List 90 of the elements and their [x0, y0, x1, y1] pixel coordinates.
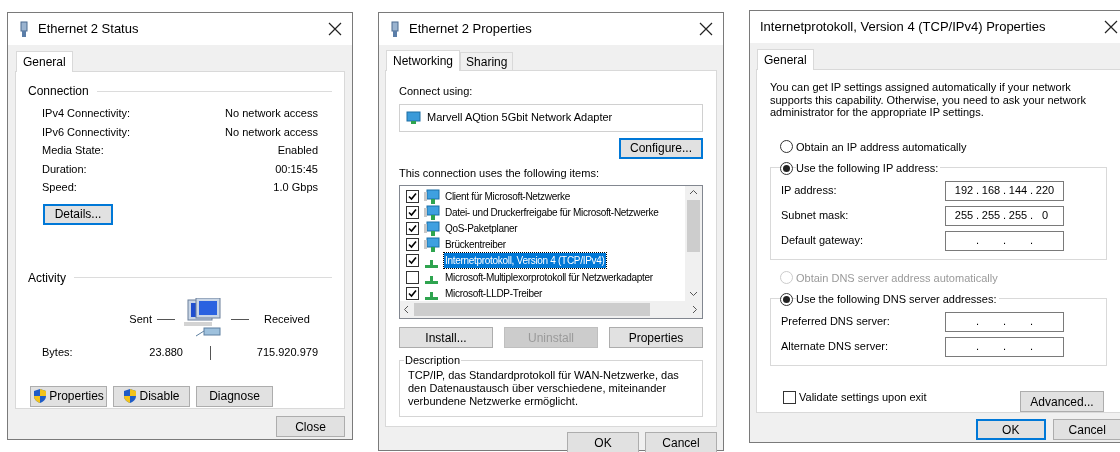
field-label: Subnet mask:	[781, 208, 849, 224]
checkbox[interactable]	[783, 391, 796, 404]
group-heading: Activity	[28, 269, 66, 287]
network-service-icon	[423, 237, 440, 253]
received-bytes: 715.920.979	[255, 345, 319, 361]
close-button[interactable]: Close	[276, 416, 345, 437]
item-button[interactable]: Properties	[609, 327, 703, 348]
group-heading: Description	[404, 353, 462, 368]
checkbox[interactable]	[406, 270, 419, 284]
field-value: No network access	[225, 124, 318, 140]
action-button[interactable]: Diagnose	[196, 385, 273, 407]
checkbox[interactable]	[406, 189, 419, 203]
tab[interactable]: Sharing	[460, 52, 514, 70]
advanced-button[interactable]: Advanced...	[1020, 391, 1104, 412]
ip-address-field[interactable]: . . .	[945, 230, 1064, 251]
bytes-label: Bytes:	[42, 345, 74, 361]
network-adapter-icon	[406, 110, 421, 125]
configure-button[interactable]: Configure...	[619, 137, 703, 159]
field-value: 1.0 Gbps	[273, 180, 318, 195]
ethernet-plug-icon	[389, 20, 401, 38]
tab[interactable]: Networking	[386, 50, 461, 71]
network-service-icon	[423, 220, 440, 236]
sent-label: Sent	[128, 312, 152, 328]
list-item[interactable]: Internetprotokoll, Version 4 (TCP/IPv4)	[444, 253, 606, 269]
field-value: Enabled	[277, 143, 318, 158]
checkbox[interactable]	[406, 238, 419, 252]
window-title: Ethernet 2 Status	[38, 20, 140, 39]
field-label: IP address:	[781, 183, 837, 199]
shield-button[interactable]: Properties	[30, 385, 107, 407]
adapter-field: Marvell AQtion 5Gbit Network Adapter	[399, 103, 703, 132]
ip-address-field[interactable]: 255 . 255 . 255 . 0	[945, 205, 1064, 226]
sent-bytes: 23.880	[148, 345, 183, 361]
shield-button[interactable]: Disable	[113, 385, 190, 407]
dialog-button[interactable]: Cancel	[645, 432, 717, 452]
radio-button[interactable]	[780, 140, 793, 154]
checkbox[interactable]	[406, 286, 419, 300]
connect-using-label: Connect using:	[399, 84, 474, 99]
close-icon[interactable]	[699, 22, 713, 36]
window-title: Ethernet 2 Properties	[409, 20, 533, 39]
horizontal-scrollbar[interactable]	[400, 301, 702, 318]
list-item[interactable]: Datei- und Druckerfreigabe für Microsoft-Netzwerke	[444, 204, 660, 220]
list-item[interactable]: Microsoft-LLDP-Treiber	[444, 285, 543, 301]
field-label: IPv6 Connectivity:	[42, 124, 131, 140]
network-protocol-icon	[425, 292, 438, 301]
checkbox[interactable]	[406, 205, 419, 219]
field-label: Default gateway:	[781, 233, 863, 249]
ethernet-plug-icon	[18, 20, 30, 38]
network-protocol-icon	[425, 276, 438, 285]
close-icon[interactable]	[328, 22, 342, 36]
field-label: Preferred DNS server:	[781, 314, 890, 330]
network-service-icon	[423, 188, 440, 204]
vertical-scrollbar[interactable]	[685, 186, 702, 301]
list-item[interactable]: Brückentreiber	[444, 237, 507, 253]
close-icon[interactable]	[1104, 20, 1118, 34]
dialog-button[interactable]: OK	[567, 432, 639, 452]
tab[interactable]: General	[757, 49, 814, 70]
list-item[interactable]: QoS-Paketplaner	[444, 220, 519, 236]
network-protocol-icon	[425, 259, 438, 268]
checkbox-label[interactable]: Validate settings upon exit	[799, 389, 927, 406]
ip-address-field[interactable]: 192 . 168 . 144 . 220	[945, 180, 1064, 201]
received-label: Received	[264, 312, 310, 328]
checkbox[interactable]	[406, 221, 419, 235]
field-label: Alternate DNS server:	[781, 339, 888, 355]
check-icon	[408, 288, 417, 298]
window-title: Internetprotokoll, Version 4 (TCP/IPv4) Properties	[760, 18, 1047, 37]
intro-text: You can get IP settings assigned automatically if your network supports this capability. Otherwise, you need to ask your network administrator for the appropriate IP settings.	[770, 81, 1087, 119]
field-label: IPv4 Connectivity:	[42, 106, 131, 121]
ip-address-field[interactable]: . . .	[945, 311, 1064, 332]
tab[interactable]: General	[16, 51, 73, 72]
checkbox[interactable]	[406, 254, 419, 268]
description-text: TCP/IP, das Standardprotokoll für WAN-Netzwerke, das den Datenaustausch über verschiedene, miteinander verbundene Netzwerke ermöglicht.	[408, 368, 680, 408]
items-label: This connection uses the following items:	[399, 165, 600, 181]
group-heading: Connection	[28, 83, 89, 100]
shield-icon	[33, 388, 48, 404]
item-button[interactable]: Install...	[399, 327, 493, 348]
field-label: Media State:	[42, 143, 104, 158]
details-button[interactable]: Details...	[43, 203, 113, 225]
radio-button[interactable]	[780, 292, 793, 306]
field-value: 00:15:45	[275, 161, 318, 177]
network-service-icon	[423, 204, 440, 220]
dialog-button[interactable]: Cancel	[1052, 419, 1120, 440]
list-item[interactable]: Microsoft-Multiplexorprotokoll für Netzwerkadapter	[444, 269, 654, 285]
ip-address-field[interactable]: . . .	[945, 336, 1064, 357]
shield-icon	[123, 388, 138, 404]
field-label: Duration:	[42, 161, 87, 177]
radio-button[interactable]	[780, 161, 793, 175]
dialog-button[interactable]: OK	[976, 419, 1046, 440]
list-item[interactable]: Client für Microsoft-Netzwerke	[444, 188, 571, 204]
field-value: No network access	[225, 106, 318, 121]
field-label: Speed:	[42, 180, 77, 195]
